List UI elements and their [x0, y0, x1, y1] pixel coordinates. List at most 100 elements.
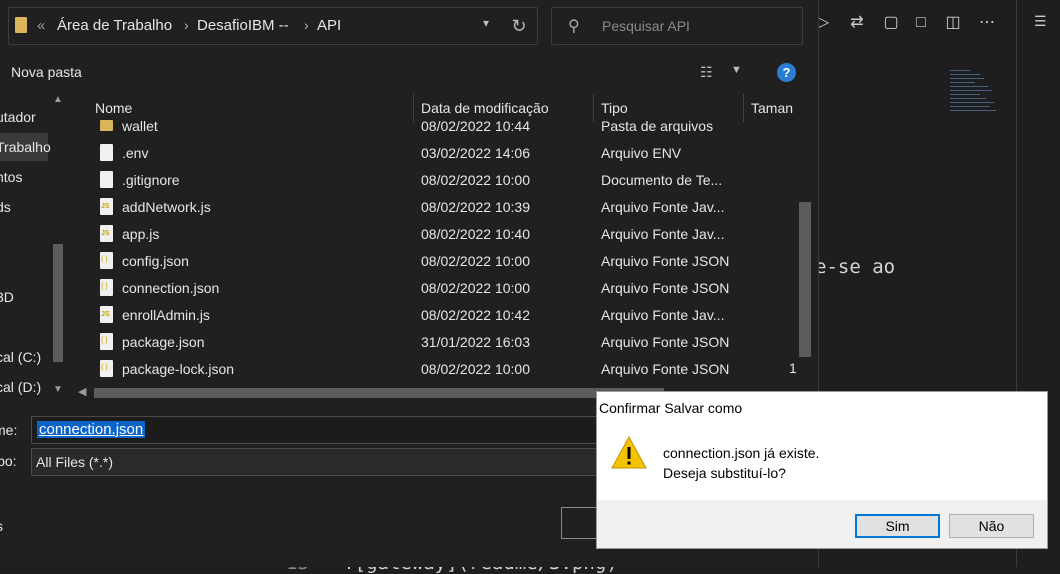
- address-bar[interactable]: « Área de Trabalho › DesafioIBM -- › API…: [8, 7, 538, 45]
- file-name: addNetwork.js: [122, 199, 211, 215]
- file-name: package-lock.json: [122, 361, 235, 377]
- chevron-down-icon[interactable]: ▼: [731, 64, 742, 76]
- dialog-footer: Sim Não: [597, 500, 1047, 548]
- file-date: 08/02/2022 10:00: [421, 172, 530, 188]
- file-type: Arquivo Fonte JSON: [601, 253, 730, 269]
- scroll-up-icon[interactable]: ▲: [53, 94, 63, 105]
- minimap: [950, 70, 1000, 120]
- file-type-select[interactable]: All Files (*.*): [31, 448, 611, 476]
- file-row[interactable]: config.json 08/02/2022 10:00 Arquivo Fon…: [72, 249, 794, 276]
- text-file-icon: [100, 171, 113, 188]
- file-type: Arquivo Fonte Jav...: [601, 199, 725, 215]
- file-type: Arquivo ENV: [601, 145, 682, 161]
- warning-icon: [611, 435, 647, 469]
- file-name-label: me:: [0, 422, 18, 438]
- file-date: 03/02/2022 14:06: [421, 145, 530, 161]
- file-name: config.json: [122, 253, 189, 269]
- nav-item-desktop[interactable]: Trabalho: [0, 139, 51, 155]
- file-name: package.json: [122, 334, 205, 350]
- file-row[interactable]: wallet 08/02/2022 10:44 Pasta de arquivo…: [72, 114, 794, 141]
- editor-text: e-se ao: [815, 256, 896, 278]
- file-date: 08/02/2022 10:39: [421, 199, 530, 215]
- more-actions-icon[interactable]: ⋯: [976, 12, 998, 34]
- file-row[interactable]: app.js 08/02/2022 10:40 Arquivo Fonte Ja…: [72, 222, 794, 249]
- scroll-down-icon[interactable]: ▼: [53, 384, 63, 395]
- breadcrumb-api[interactable]: API: [317, 17, 341, 34]
- confirm-save-dialog: Confirmar Salvar como connection.json já…: [596, 391, 1048, 549]
- file-date: 08/02/2022 10:00: [421, 253, 530, 269]
- file-type-value: All Files (*.*): [36, 454, 114, 470]
- file-type: Arquivo Fonte Jav...: [601, 226, 725, 242]
- file-type: Documento de Te...: [601, 172, 723, 188]
- file-list-vertical-scrollbar[interactable]: [796, 94, 814, 384]
- nav-item-drive-c[interactable]: cal (C:): [0, 349, 41, 365]
- split-editor-icon[interactable]: ◫: [942, 12, 964, 34]
- toggle-panel-icon[interactable]: □: [910, 12, 932, 34]
- dialog-title: Confirmar Salvar como: [599, 400, 743, 416]
- vertical-scroll-thumb[interactable]: [799, 202, 811, 357]
- json-file-icon: [100, 360, 113, 377]
- preview-icon[interactable]: ▢: [880, 12, 902, 34]
- file-type: Arquivo Fonte JSON: [601, 361, 730, 377]
- chevron-down-icon[interactable]: ▾: [483, 16, 489, 30]
- js-file-icon: [100, 306, 113, 323]
- compare-changes-icon[interactable]: ⇄: [846, 12, 868, 34]
- save-button[interactable]: [561, 507, 601, 539]
- file-type-label: ipo:: [0, 453, 17, 469]
- dialog-message-line1: connection.json já existe.: [663, 445, 820, 461]
- file-name: .gitignore: [122, 172, 180, 188]
- nav-item[interactable]: ntos: [0, 169, 22, 185]
- file-name: wallet: [122, 118, 158, 134]
- editor-toolbar: ▷ ⇄ ▢ □ ◫ ⋯: [810, 0, 1060, 46]
- file-name: enrollAdmin.js: [122, 307, 210, 323]
- file-row[interactable]: connection.json 08/02/2022 10:00 Arquivo…: [72, 276, 794, 303]
- breadcrumb-separator[interactable]: ›: [304, 17, 309, 33]
- sort-ascending-icon: ⌃: [242, 94, 251, 102]
- new-folder-button[interactable]: Nova pasta: [11, 64, 82, 80]
- nav-item-drive-d[interactable]: cal (D:): [0, 379, 41, 395]
- js-file-icon: [100, 225, 113, 242]
- file-date: 08/02/2022 10:00: [421, 280, 530, 296]
- file-name-value[interactable]: connection.json: [37, 421, 146, 438]
- refresh-icon[interactable]: ↻: [507, 14, 531, 38]
- breadcrumb-project[interactable]: DesafioIBM --: [197, 17, 289, 34]
- file-date: 31/01/2022 16:03: [421, 334, 530, 350]
- file-type: Arquivo Fonte Jav...: [601, 307, 725, 323]
- file-date: 08/02/2022 10:42: [421, 307, 530, 323]
- breadcrumb-separator[interactable]: ›: [184, 17, 189, 33]
- nav-item[interactable]: utador: [0, 109, 36, 125]
- file-row[interactable]: enrollAdmin.js 08/02/2022 10:42 Arquivo …: [72, 303, 794, 330]
- file-name: .env: [122, 145, 149, 161]
- file-name-field[interactable]: connection.json: [31, 416, 611, 444]
- file-row[interactable]: .env 03/02/2022 14:06 Arquivo ENV: [72, 141, 794, 168]
- file-type: Arquivo Fonte JSON: [601, 334, 730, 350]
- breadcrumb-overflow[interactable]: «: [37, 17, 45, 34]
- help-icon[interactable]: ?: [777, 63, 796, 82]
- file-type: Pasta de arquivos: [601, 118, 714, 134]
- hide-folders-toggle[interactable]: s: [0, 518, 3, 534]
- yes-button[interactable]: Sim: [855, 514, 940, 538]
- file-row[interactable]: addNetwork.js 08/02/2022 10:39 Arquivo F…: [72, 195, 794, 222]
- search-input[interactable]: ⚲ Pesquisar API: [551, 7, 803, 45]
- file-name: app.js: [122, 226, 160, 242]
- json-file-icon: [100, 252, 113, 269]
- breadcrumb-desktop[interactable]: Área de Trabalho: [57, 17, 172, 34]
- view-options-icon[interactable]: ☷: [700, 64, 720, 80]
- file-row[interactable]: .gitignore 08/02/2022 10:00 Documento de…: [72, 168, 794, 195]
- nav-item[interactable]: ds: [0, 199, 11, 215]
- no-button[interactable]: Não: [949, 514, 1034, 538]
- file-date: 08/02/2022 10:00: [421, 361, 530, 377]
- file-row[interactable]: package.json 31/01/2022 16:03 Arquivo Fo…: [72, 330, 794, 357]
- file-date: 08/02/2022 10:40: [421, 226, 530, 242]
- nav-scroll-thumb[interactable]: [53, 244, 63, 362]
- nav-scrollbar[interactable]: ▲ ▼: [50, 94, 68, 400]
- file-date: 08/02/2022 10:44: [421, 118, 530, 134]
- file-list: ⌃ Nome Data de modificação Tipo Taman wa…: [72, 94, 818, 406]
- dialog-message-line2: Deseja substituí-lo?: [663, 465, 786, 481]
- search-icon: ⚲: [568, 18, 580, 35]
- document-icon: ☰: [1034, 13, 1047, 29]
- file-row[interactable]: package-lock.json 08/02/2022 10:00 Arqui…: [72, 357, 794, 384]
- nav-item[interactable]: 3D: [0, 289, 14, 305]
- scroll-left-icon[interactable]: ◀: [78, 385, 86, 398]
- horizontal-scroll-thumb[interactable]: [94, 388, 664, 398]
